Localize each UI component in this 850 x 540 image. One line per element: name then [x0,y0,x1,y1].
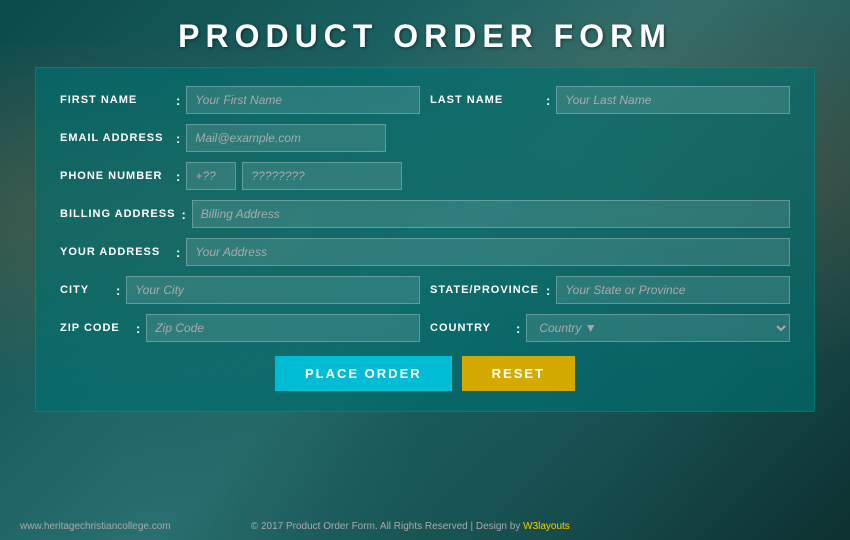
row-zip-country: ZIP CODE : COUNTRY : Country ▼ United St… [60,314,790,342]
row-name: FIRST NAME : LAST NAME : [60,86,790,114]
main-container: PRODUCT ORDER FORM FIRST NAME : LAST NAM… [0,0,850,540]
row-billing: BILLING ADDRESS : [60,200,790,228]
sep-billing: : [181,207,185,222]
input-phone-number[interactable] [242,162,402,190]
page-title: PRODUCT ORDER FORM [178,0,672,67]
sep-country: : [516,321,520,336]
row-address: YOUR ADDRESS : [60,238,790,266]
sep-first-name: : [176,93,180,108]
place-order-button[interactable]: PLACE ORDER [275,356,452,391]
sep-zip: : [136,321,140,336]
label-country: COUNTRY [430,322,510,334]
sep-phone: : [176,169,180,184]
group-first-name: FIRST NAME : [60,86,420,114]
row-email: EMAIL ADDRESS : [60,124,790,152]
input-last-name[interactable] [556,86,790,114]
form-container: FIRST NAME : LAST NAME : EMAIL ADDRESS :… [35,67,815,412]
input-your-address[interactable] [186,238,790,266]
input-zip-code[interactable] [146,314,420,342]
label-last-name: LAST NAME [430,94,540,106]
sep-email: : [176,131,180,146]
sep-city: : [116,283,120,298]
select-country[interactable]: Country ▼ United States United Kingdom C… [526,314,790,342]
group-email: EMAIL ADDRESS : [60,124,790,152]
label-state: STATE/PROVINCE [430,284,540,296]
sep-state: : [546,283,550,298]
input-phone-code[interactable] [186,162,236,190]
input-email[interactable] [186,124,386,152]
sep-address: : [176,245,180,260]
label-phone: PHONE NUMBER [60,170,170,182]
reset-button[interactable]: RESET [462,356,575,391]
input-billing-address[interactable] [192,200,790,228]
group-city: CITY : [60,276,420,304]
sep-last-name: : [546,93,550,108]
row-phone: PHONE NUMBER : [60,162,790,190]
group-address: YOUR ADDRESS : [60,238,790,266]
group-zip: ZIP CODE : [60,314,420,342]
label-zip: ZIP CODE [60,322,130,334]
group-last-name: LAST NAME : [430,86,790,114]
row-city-state: CITY : STATE/PROVINCE : [60,276,790,304]
group-state: STATE/PROVINCE : [430,276,790,304]
group-country: COUNTRY : Country ▼ United States United… [430,314,790,342]
group-billing: BILLING ADDRESS : [60,200,790,228]
input-city[interactable] [126,276,420,304]
label-city: CITY [60,284,110,296]
label-email: EMAIL ADDRESS [60,132,170,144]
label-address: YOUR ADDRESS [60,246,170,258]
group-phone: PHONE NUMBER : [60,162,790,190]
buttons-row: PLACE ORDER RESET [60,356,790,391]
label-billing: BILLING ADDRESS [60,208,175,220]
label-first-name: FIRST NAME [60,94,170,106]
input-state[interactable] [556,276,790,304]
input-first-name[interactable] [186,86,420,114]
